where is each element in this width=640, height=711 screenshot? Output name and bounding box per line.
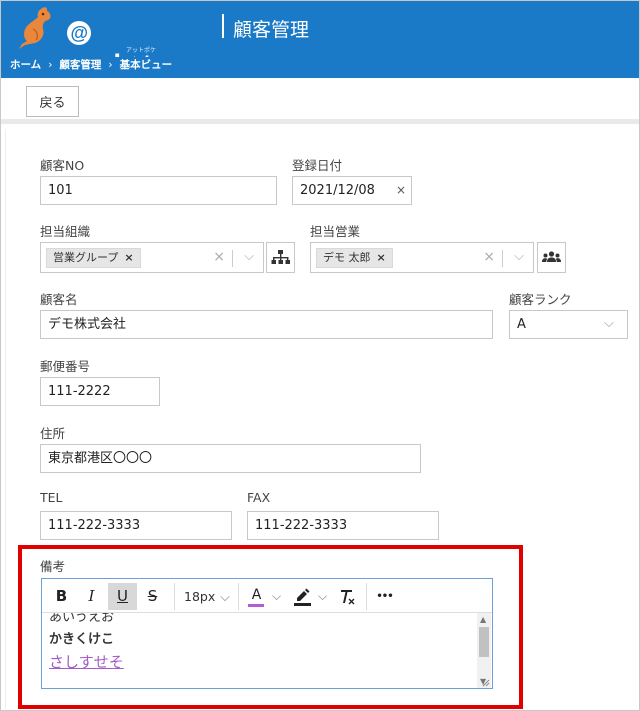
address-input[interactable]: 東京都港区〇〇〇	[40, 444, 421, 473]
toolbar-divider	[238, 583, 239, 610]
font-size-value: 18px	[184, 589, 216, 604]
highlight-color-button[interactable]	[288, 583, 317, 610]
strikethrough-button[interactable]: S	[138, 583, 167, 610]
registered-date-label: 登録日付	[292, 158, 343, 173]
fax-label: FAX	[247, 490, 271, 505]
page-title: 顧客管理	[233, 19, 310, 41]
chevron-down-icon[interactable]: ⌵	[604, 316, 614, 331]
editor-line-underlined: さしすせそ	[49, 653, 124, 671]
sales-divider	[502, 250, 503, 267]
org-tag: 営業グループ ×	[46, 248, 141, 268]
org-tag-remove-icon[interactable]: ×	[124, 251, 133, 264]
tel-label: TEL	[40, 490, 63, 505]
clear-format-button[interactable]	[332, 583, 361, 610]
chevron-down-icon[interactable]: ⌵	[244, 249, 254, 264]
customer-name-input[interactable]: デモ株式会社	[40, 310, 493, 339]
scrollbar-thumb[interactable]	[479, 627, 489, 657]
fax-input[interactable]: 111-222-3333	[247, 511, 439, 540]
app-header: @pocket アットポケット 顧客管理	[1, 1, 639, 79]
tel-input[interactable]: 111-222-3333	[40, 511, 232, 540]
sales-multiselect[interactable]: デモ 太郎 × × ⌵	[310, 242, 534, 273]
sales-clear-icon[interactable]: ×	[483, 249, 495, 265]
editor-scrollbar[interactable]: ▲ ▼	[477, 613, 491, 688]
customer-name-label: 顧客名	[40, 292, 78, 307]
editor-toolbar: B I U S 18px ⌵ A ⌵ ⌵ •••	[42, 579, 492, 613]
customer-no-label: 顧客NO	[40, 158, 85, 173]
org-tag-label: 営業グループ	[53, 251, 119, 264]
customer-rank-value: A	[517, 317, 526, 332]
sales-tag-label: デモ 太郎	[323, 251, 371, 264]
scroll-up-icon[interactable]: ▲	[480, 615, 486, 624]
breadcrumb-separator: ›	[48, 59, 53, 71]
notes-rich-editor[interactable]: B I U S 18px ⌵ A ⌵ ⌵ ••• あいうえお かきくけこ さしす…	[41, 578, 493, 689]
kangaroo-icon	[19, 7, 51, 49]
sales-tag-remove-icon[interactable]: ×	[377, 251, 386, 264]
back-button[interactable]: 戻る	[26, 86, 79, 117]
sales-tag: デモ 太郎 ×	[316, 248, 393, 268]
org-chart-icon	[271, 250, 290, 264]
users-icon	[542, 251, 561, 262]
postal-input[interactable]: 111-2222	[40, 377, 160, 406]
breadcrumb-home[interactable]: ホーム	[10, 59, 41, 71]
font-color-icon: A	[251, 587, 262, 603]
chevron-down-icon[interactable]: ⌵	[514, 249, 524, 264]
chevron-down-icon[interactable]: ⌵	[272, 589, 281, 604]
resize-handle-icon[interactable]	[482, 679, 490, 687]
customer-rank-label: 顧客ランク	[509, 292, 572, 307]
chevron-down-icon[interactable]: ⌵	[318, 589, 327, 604]
bold-button[interactable]: B	[47, 583, 76, 610]
font-size-select[interactable]: 18px ⌵	[184, 583, 230, 610]
customer-no-input[interactable]: 101	[40, 176, 277, 205]
registered-date-value: 2021/12/08	[300, 183, 375, 198]
font-color-bar	[248, 604, 264, 607]
action-toolbar: 戻る	[1, 78, 639, 124]
postal-label: 郵便番号	[40, 359, 91, 374]
org-picker-button[interactable]	[266, 242, 295, 273]
breadcrumb: ホーム › 顧客管理 › 基本ビュー	[1, 57, 639, 78]
editor-content[interactable]: あいうえお かきくけこ さしすせそ	[42, 613, 478, 688]
org-multiselect[interactable]: 営業グループ × × ⌵	[40, 242, 264, 273]
font-color-button[interactable]: A	[242, 583, 271, 610]
sales-label: 担当営業	[310, 224, 361, 239]
address-label: 住所	[40, 426, 66, 441]
chevron-down-icon: ⌵	[220, 589, 230, 604]
breadcrumb-separator: ›	[108, 59, 113, 71]
sales-picker-button[interactable]	[537, 242, 566, 273]
app-logo[interactable]: @pocket アットポケット	[11, 5, 161, 79]
italic-button[interactable]: I	[77, 583, 106, 610]
org-divider	[232, 250, 233, 267]
more-options-icon[interactable]: •••	[370, 583, 399, 610]
breadcrumb-customers[interactable]: 顧客管理	[59, 59, 101, 71]
underline-button[interactable]: U	[108, 583, 137, 610]
highlighter-icon	[294, 588, 311, 606]
org-clear-icon[interactable]: ×	[213, 249, 225, 265]
editor-line-bold: かきくけこ	[49, 632, 115, 647]
registered-date-input[interactable]: 2021/12/08	[292, 176, 412, 205]
notes-label: 備考	[40, 559, 66, 574]
editor-line: あいうえお	[49, 613, 115, 625]
toolbar-divider	[366, 583, 367, 610]
toolbar-divider	[174, 583, 175, 610]
org-label: 担当組織	[40, 224, 91, 239]
date-clear-icon[interactable]: ×	[396, 183, 406, 197]
clear-format-icon	[341, 590, 355, 605]
header-divider	[222, 14, 224, 38]
breadcrumb-basic-view[interactable]: 基本ビュー	[120, 59, 173, 71]
